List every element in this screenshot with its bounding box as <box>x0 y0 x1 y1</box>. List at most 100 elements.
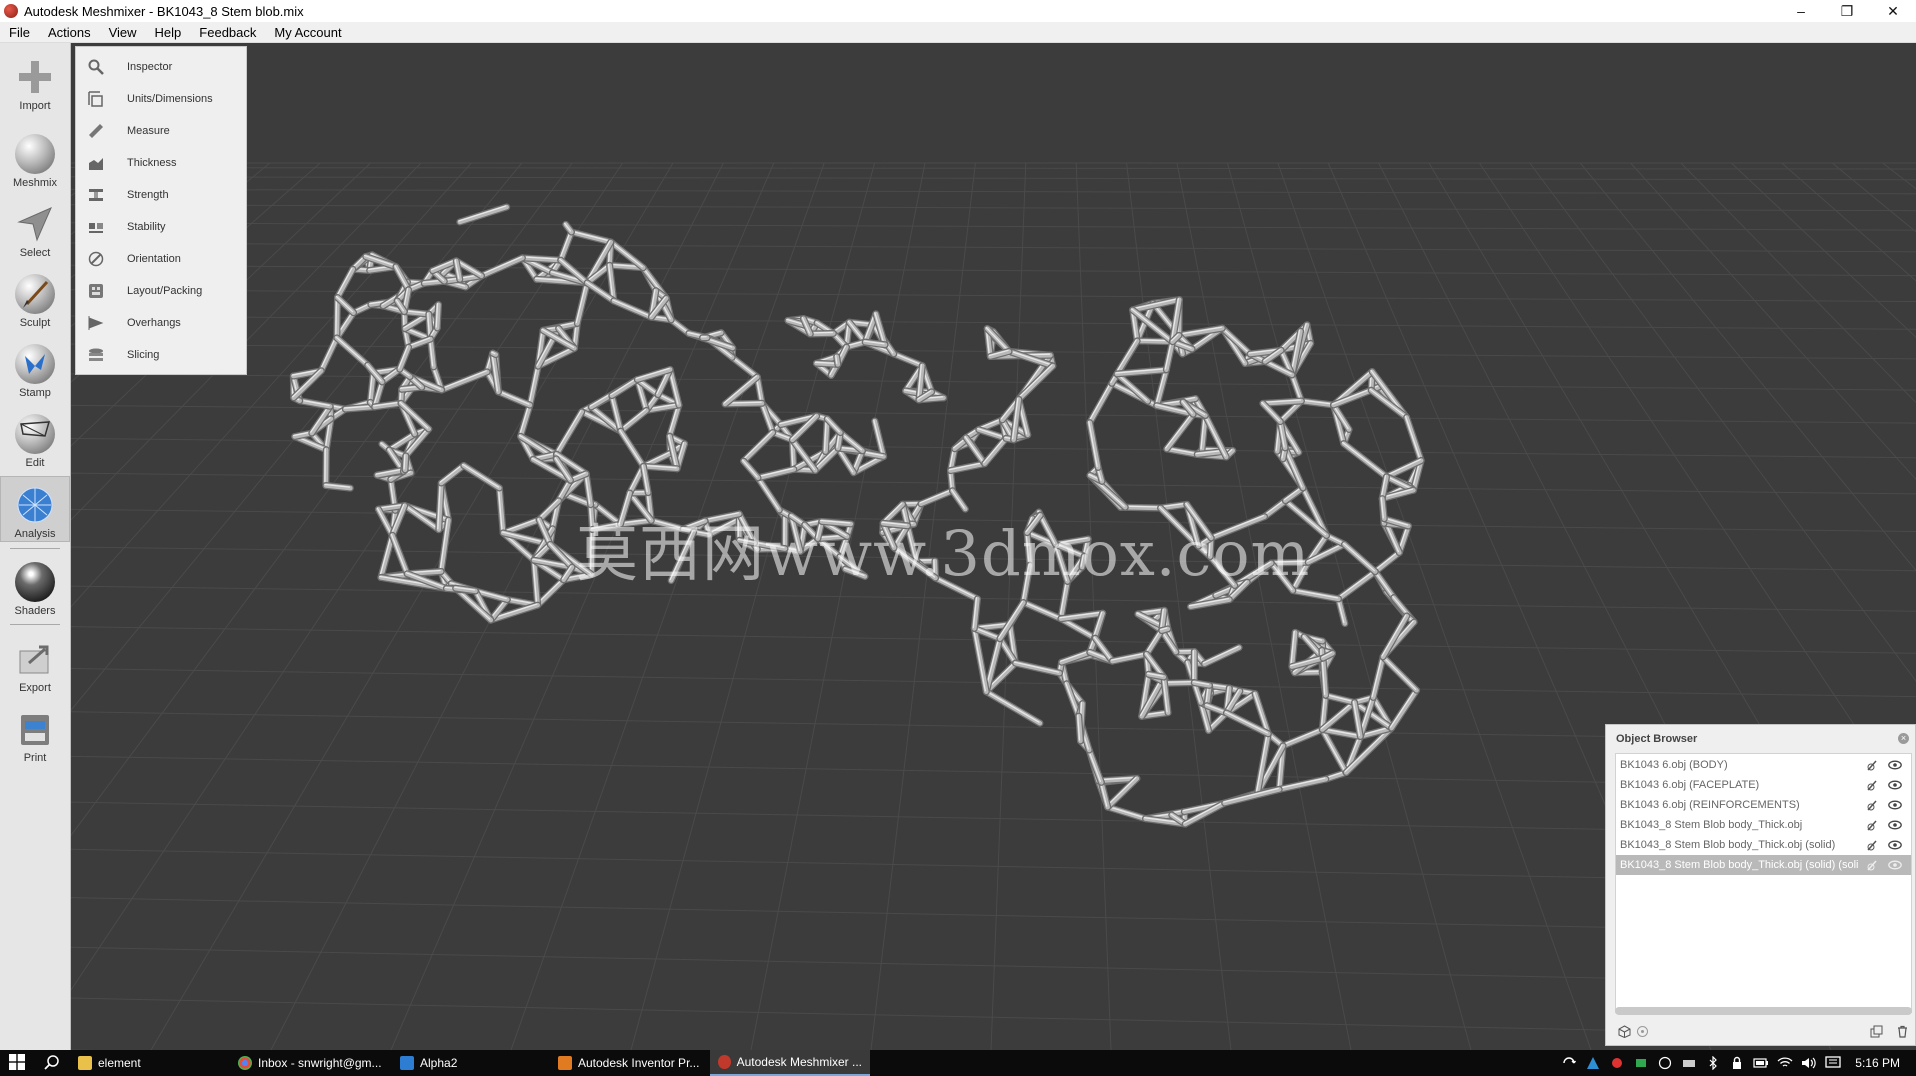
start-button[interactable] <box>0 1050 34 1076</box>
tool-analysis[interactable]: Analysis <box>0 476 70 542</box>
analysis-item-label: Inspector <box>127 61 173 73</box>
windows-logo-icon <box>9 1053 25 1073</box>
edit-object-icon[interactable] <box>1866 818 1880 832</box>
close-button[interactable]: ✕ <box>1870 0 1916 22</box>
taskbar-app-label: Autodesk Meshmixer ... <box>736 1055 862 1069</box>
mesh-strut <box>378 533 395 580</box>
object-row[interactable]: BK1043 6.obj (FACEPLATE) <box>1616 775 1911 795</box>
tool-import[interactable]: Import <box>0 49 70 115</box>
edit-object-icon[interactable] <box>1866 858 1880 872</box>
visibility-eye-icon[interactable] <box>1888 798 1902 812</box>
mesh-strut-highlight <box>619 408 647 431</box>
object-browser-close-icon[interactable]: × <box>1898 733 1909 744</box>
object-row[interactable]: BK1043 6.obj (BODY) <box>1616 755 1911 775</box>
taskbar-app-element[interactable]: element <box>70 1050 230 1076</box>
edit-object-icon[interactable] <box>1866 798 1880 812</box>
taskbar-search-button[interactable] <box>34 1050 70 1076</box>
edit-object-icon[interactable] <box>1866 758 1880 772</box>
menu-my-account[interactable]: My Account <box>265 22 350 43</box>
toolbar-separator <box>10 624 60 625</box>
watermark-text: 莫西网www.3dmox.com <box>576 517 1311 590</box>
minimize-button[interactable]: – <box>1778 0 1824 22</box>
object-browser-panel: Object Browser × BK1043 6.obj (BODY) BK1… <box>1605 724 1916 1046</box>
mesh-strut-highlight <box>458 205 507 222</box>
object-row[interactable]: BK1043 6.obj (REINFORCEMENTS) <box>1616 795 1911 815</box>
object-name: BK1043_8 Stem Blob body_Thick.obj (solid… <box>1620 839 1836 851</box>
tool-meshmix[interactable]: Meshmix <box>0 126 70 192</box>
sync-icon[interactable] <box>1561 1056 1577 1070</box>
trash-icon[interactable] <box>1895 1024 1909 1038</box>
object-row[interactable]: BK1043_8 Stem Blob body_Thick.obj (solid… <box>1616 835 1911 855</box>
visibility-eye-icon[interactable] <box>1888 818 1902 832</box>
autodesk-tray-icon[interactable] <box>1585 1056 1601 1070</box>
taskbar-clock[interactable]: 5:16 PM <box>1855 1056 1900 1070</box>
menu-help[interactable]: Help <box>146 22 191 43</box>
volume-icon[interactable] <box>1801 1056 1817 1070</box>
taskbar-app-alpha2[interactable]: Alpha2 <box>392 1050 550 1076</box>
visibility-eye-icon[interactable] <box>1888 838 1902 852</box>
bluetooth-tray-icon[interactable] <box>1705 1056 1721 1070</box>
tool-stamp[interactable]: Stamp <box>0 336 70 402</box>
grid-line <box>71 188 1916 195</box>
object-row-selected[interactable]: BK1043_8 Stem Blob body_Thick.obj (solid… <box>1616 855 1911 875</box>
pivot-icon[interactable] <box>1635 1024 1649 1038</box>
menu-file[interactable]: File <box>0 22 39 43</box>
cloud-tray-icon[interactable] <box>1657 1056 1673 1070</box>
object-list-scrollbar[interactable] <box>1615 1007 1912 1015</box>
menu-feedback[interactable]: Feedback <box>190 22 265 43</box>
duplicate-icon[interactable] <box>1869 1024 1883 1038</box>
object-row[interactable]: BK1043_8 Stem Blob body_Thick.obj <box>1616 815 1911 835</box>
inventor-icon <box>558 1056 572 1070</box>
menu-actions[interactable]: Actions <box>39 22 100 43</box>
orientation-icon <box>87 250 105 268</box>
tool-print[interactable]: Print <box>0 701 70 767</box>
wifi-icon[interactable] <box>1777 1056 1793 1070</box>
overhangs-icon <box>87 314 105 332</box>
windows-taskbar: element Inbox - snwright@gm... Alpha2 Au… <box>0 1050 1916 1076</box>
security-tray-icon[interactable] <box>1609 1056 1625 1070</box>
analysis-item-slicing[interactable]: Slicing <box>76 339 246 371</box>
cube-icon[interactable] <box>1617 1024 1631 1038</box>
tool-sculpt[interactable]: Sculpt <box>0 266 70 332</box>
left-toolbar: Import Meshmix Select Sculpt Stamp Edit … <box>0 43 71 1050</box>
mesh-strut <box>558 229 574 263</box>
menu-view[interactable]: View <box>100 22 146 43</box>
taskbar-app-label: Autodesk Inventor Pr... <box>578 1056 700 1070</box>
tool-edit[interactable]: Edit <box>0 406 70 472</box>
analysis-item-label: Stability <box>127 221 166 233</box>
meshmixer-icon <box>718 1055 731 1069</box>
analysis-item-overhangs[interactable]: Overhangs <box>76 307 246 339</box>
restore-button[interactable]: ❐ <box>1824 0 1870 22</box>
taskbar-app-chrome-inbox[interactable]: Inbox - snwright@gm... <box>230 1050 392 1076</box>
object-name: BK1043_8 Stem Blob body_Thick.obj (solid… <box>1620 859 1858 871</box>
taskbar-app-autodesk-inventor[interactable]: Autodesk Inventor Pr... <box>550 1050 710 1076</box>
notifications-icon[interactable] <box>1825 1056 1841 1070</box>
analysis-item-layout-packing[interactable]: Layout/Packing <box>76 275 246 307</box>
analysis-item-measure[interactable]: Measure <box>76 115 246 147</box>
tool-shaders[interactable]: Shaders <box>0 554 70 620</box>
tool-export[interactable]: Export <box>0 631 70 697</box>
analysis-item-strength[interactable]: Strength <box>76 179 246 211</box>
taskbar-app-meshmixer[interactable]: Autodesk Meshmixer ... <box>710 1050 870 1076</box>
lock-tray-icon[interactable] <box>1729 1056 1745 1070</box>
visibility-eye-icon[interactable] <box>1888 778 1902 792</box>
edit-object-icon[interactable] <box>1866 838 1880 852</box>
edit-object-icon[interactable] <box>1866 778 1880 792</box>
analysis-item-units-dimensions[interactable]: Units/Dimensions <box>76 83 246 115</box>
visibility-eye-icon[interactable] <box>1888 758 1902 772</box>
tool-select[interactable]: Select <box>0 196 70 262</box>
tool-label: Print <box>23 752 47 764</box>
mesh-strut <box>982 436 1009 466</box>
analysis-item-orientation[interactable]: Orientation <box>76 243 246 275</box>
battery-icon[interactable] <box>1753 1056 1769 1070</box>
analysis-item-thickness[interactable]: Thickness <box>76 147 246 179</box>
analysis-item-stability[interactable]: Stability <box>76 211 246 243</box>
mesh-strut <box>1202 645 1242 667</box>
network-tray-icon[interactable] <box>1633 1056 1649 1070</box>
analysis-item-inspector[interactable]: Inspector <box>76 51 246 83</box>
mesh-strut-highlight <box>983 436 1006 464</box>
visibility-eye-icon[interactable] <box>1888 858 1902 872</box>
storage-tray-icon[interactable] <box>1681 1056 1697 1070</box>
search-icon <box>44 1054 60 1073</box>
ruler-icon <box>87 122 105 140</box>
